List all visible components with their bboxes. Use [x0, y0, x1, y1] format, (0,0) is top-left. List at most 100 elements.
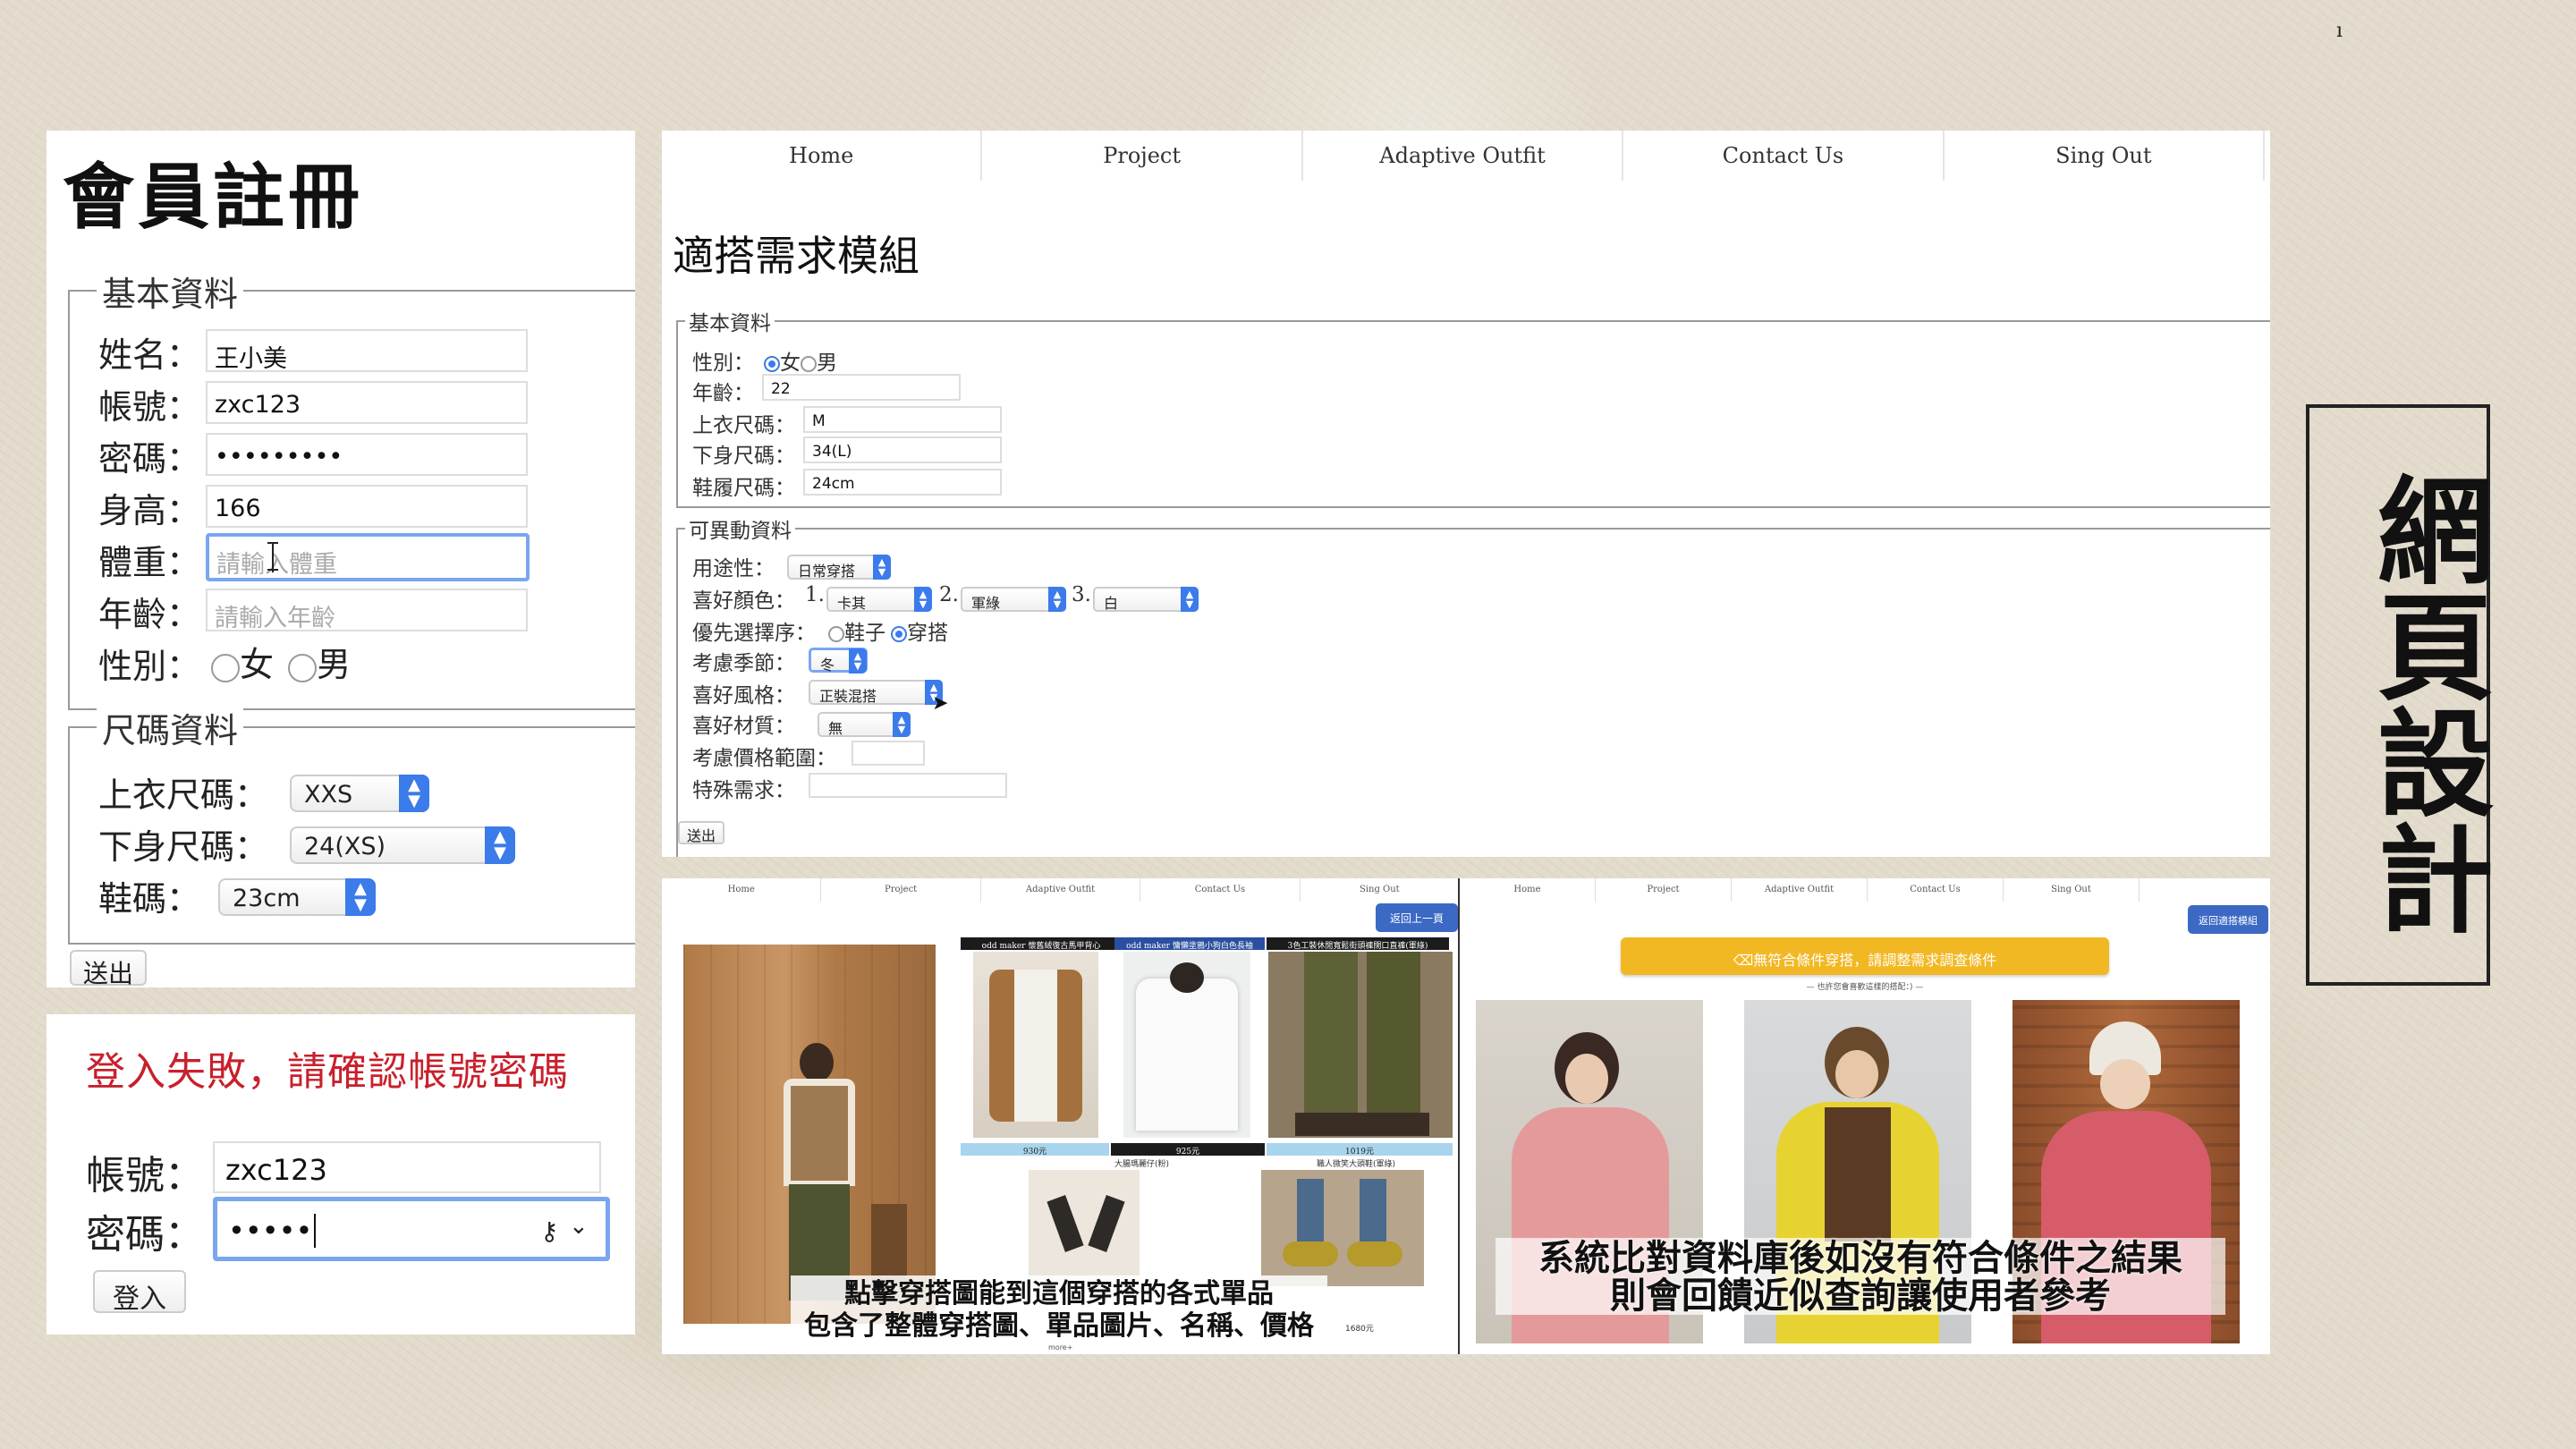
nav-adaptive-outfit[interactable]: Adaptive Outfit: [1732, 878, 1868, 902]
top-size-label: 上衣尺碼：: [98, 775, 269, 815]
color-3-select[interactable]: 白 ▲ ▼: [1093, 587, 1199, 612]
nav-sign-out[interactable]: Sing Out: [1945, 131, 2266, 181]
login-account-field[interactable]: zxc123: [213, 1141, 601, 1193]
nav-project[interactable]: Project: [982, 131, 1303, 181]
chevron-updown-icon: ▲ ▼: [1048, 587, 1066, 612]
mouse-pointer-icon: ➤: [932, 692, 949, 715]
module-submit-button[interactable]: 送出: [678, 821, 724, 844]
back-to-module-button[interactable]: 返回適搭模組: [2188, 905, 2268, 934]
priority-shoes-radio[interactable]: [828, 626, 844, 642]
nav-home[interactable]: Home: [662, 878, 822, 902]
result-outfit-panel: Home Project Adaptive Outfit Contact Us …: [662, 878, 1460, 1354]
corner-mark: ı: [2336, 20, 2343, 42]
chevron-updown-icon: ▲ ▼: [893, 712, 911, 737]
sub-item-name: 職人微笑大頭鞋(軍綠): [1317, 1160, 1396, 1169]
item-name: odd maker 懷舊絨復古馬甲背心: [961, 937, 1122, 951]
height-field[interactable]: 166: [206, 485, 528, 528]
module-bottom-label: 下身尺碼：: [692, 445, 795, 468]
module-bottom-field[interactable]: 34(L): [803, 436, 1002, 463]
weight-label: 體重：: [98, 543, 201, 582]
shoe-size-select[interactable]: 23cm ▲ ▼: [218, 878, 376, 916]
account-field[interactable]: zxc123: [206, 381, 528, 424]
module-shoe-field[interactable]: 24cm: [803, 469, 1002, 496]
sub-item-price: 1680元: [1345, 1325, 1374, 1334]
module-shoe-label: 鞋履尺碼：: [692, 477, 795, 500]
material-label: 喜好材質：: [692, 715, 795, 738]
height-label: 身高：: [98, 491, 201, 530]
name-field[interactable]: 王小美: [206, 329, 528, 372]
item-tshirt-photo[interactable]: [1123, 952, 1250, 1138]
result-suggest-panel: Home Project Adaptive Outfit Contact Us …: [1460, 878, 2270, 1354]
module-variable-legend: 可異動資料: [685, 513, 795, 544]
module-gender-female-label: 女: [780, 352, 801, 375]
chevron-down-icon[interactable]: ⌄: [569, 1213, 589, 1240]
suggest-caption: 系統比對資料庫後如沒有符合條件之結果 則會回饋近似查詢讓使用者參考: [1496, 1238, 2225, 1315]
item-price: 925元: [1111, 1143, 1265, 1157]
login-account-label: 帳號：: [86, 1153, 204, 1199]
nav-contact-us[interactable]: Contact Us: [1140, 878, 1301, 902]
priority-outfit-radio[interactable]: [891, 626, 907, 642]
age-label: 年齡：: [98, 595, 201, 634]
size-legend: 尺碼資料: [97, 703, 244, 752]
nav-home[interactable]: Home: [662, 131, 983, 181]
priority-label: 優先選擇序：: [692, 622, 816, 645]
module-nav: Home Project Adaptive Outfit Contact Us …: [662, 131, 2266, 181]
login-panel: 登入失敗，請確認帳號密碼 帳號： zxc123 密碼： ••••• ⚷ ⌄ 登入: [47, 1014, 635, 1335]
login-password-label: 密碼：: [86, 1212, 204, 1258]
priority-shoes-label: 鞋子: [844, 622, 886, 645]
nav-project[interactable]: Project: [1596, 878, 1732, 902]
module-top-label: 上衣尺碼：: [692, 414, 795, 437]
special-field[interactable]: [809, 773, 1007, 798]
module-panel: Home Project Adaptive Outfit Contact Us …: [662, 131, 2270, 857]
bottom-size-select[interactable]: 24(XS) ▲ ▼: [290, 826, 515, 864]
color-label: 喜好顏色：: [692, 589, 795, 613]
outfit-photo[interactable]: [683, 945, 936, 1324]
module-gender-male-radio[interactable]: [801, 356, 817, 372]
register-submit-button[interactable]: 送出: [70, 950, 147, 987]
style-select[interactable]: 正裝混搭 ▲ ▼: [809, 680, 943, 705]
gender-options: 女 男: [211, 637, 351, 686]
gender-male-radio[interactable]: [288, 653, 318, 682]
color-2-prefix: 2.: [939, 583, 959, 606]
back-button[interactable]: 返回上一頁: [1376, 903, 1458, 932]
bottom-size-label: 下身尺碼：: [98, 827, 269, 867]
item-socks-photo[interactable]: [1029, 1170, 1140, 1286]
color-2-select[interactable]: 軍綠 ▲ ▼: [961, 587, 1066, 612]
item-shoes-photo[interactable]: [1261, 1170, 1424, 1286]
nav-sign-out[interactable]: Sing Out: [2004, 878, 2140, 902]
nav-adaptive-outfit[interactable]: Adaptive Outfit: [1303, 131, 1624, 181]
chevron-updown-icon: ▲ ▼: [1181, 587, 1199, 612]
gender-female-radio[interactable]: [211, 653, 240, 682]
nav-contact-us[interactable]: Contact Us: [1868, 878, 2004, 902]
nav-adaptive-outfit[interactable]: Adaptive Outfit: [981, 878, 1141, 902]
age-field[interactable]: 請輸入年齡: [206, 589, 528, 631]
item-pants-photo[interactable]: [1268, 952, 1453, 1138]
purpose-select[interactable]: 日常穿搭 ▲ ▼: [787, 555, 891, 580]
nav-home[interactable]: Home: [1460, 878, 1596, 902]
nav-contact-us[interactable]: Contact Us: [1623, 131, 1945, 181]
login-button[interactable]: 登入: [93, 1270, 186, 1315]
item-price: 930元: [961, 1143, 1109, 1157]
module-gender-female-radio[interactable]: [764, 356, 780, 372]
gender-male-label: 男: [317, 645, 352, 684]
basic-legend: 基本資料: [97, 267, 244, 316]
module-top-field[interactable]: M: [803, 406, 1002, 433]
weight-field[interactable]: 請輸入體重: [206, 533, 530, 581]
module-basic-legend: 基本資料: [685, 306, 775, 336]
outfit-caption-line-1: 點擊穿搭圖能到這個穿搭的各式單品: [844, 1278, 1274, 1309]
item-vest-photo[interactable]: [973, 952, 1098, 1138]
material-select[interactable]: 無 ▲ ▼: [818, 712, 911, 737]
module-age-field[interactable]: 22: [762, 374, 961, 401]
module-gender-label: 性別：: [692, 352, 754, 375]
password-field[interactable]: •••••••••: [206, 433, 528, 476]
nav-project[interactable]: Project: [821, 878, 981, 902]
module-gender-options: 女男: [764, 345, 837, 376]
priority-outfit-label: 穿搭: [907, 622, 948, 645]
price-range-stepper[interactable]: [852, 741, 925, 766]
top-size-select[interactable]: XXS ▲ ▼: [290, 775, 429, 812]
nav-sign-out[interactable]: Sing Out: [1301, 878, 1460, 902]
color-1-select[interactable]: 卡其 ▲ ▼: [826, 587, 932, 612]
sub-item-name: 大腸瑪麗仔(粉): [1114, 1160, 1170, 1169]
season-select[interactable]: 冬 ▲ ▼: [809, 648, 868, 674]
module-age-label: 年齡：: [692, 382, 754, 405]
